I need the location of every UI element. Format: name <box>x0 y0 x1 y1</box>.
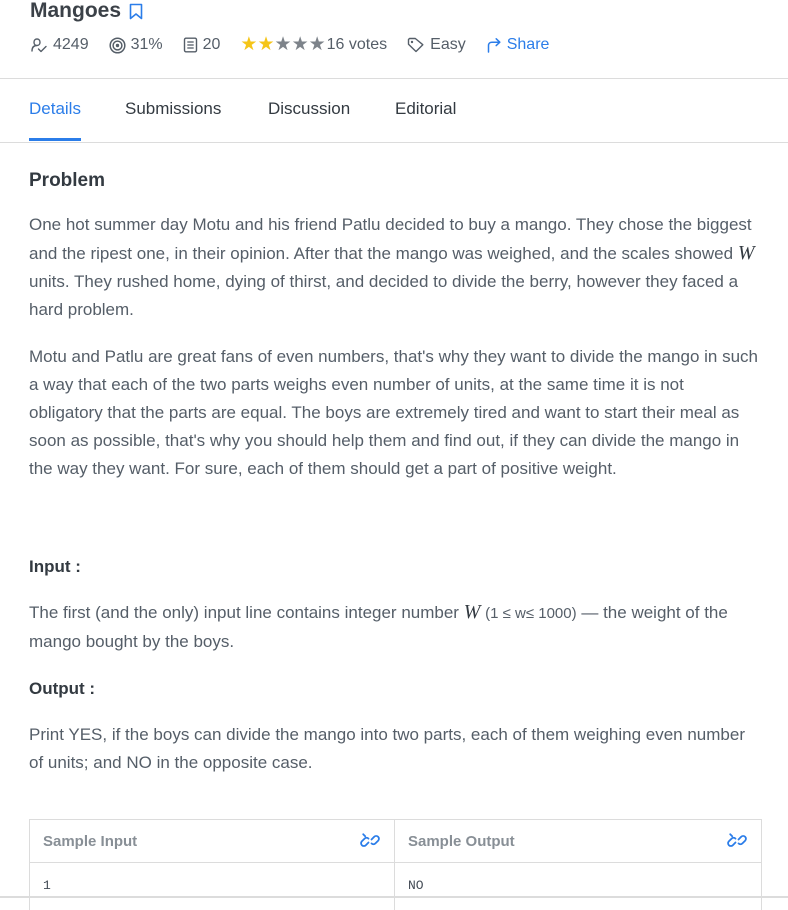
star-icon[interactable]: ★ <box>292 34 309 55</box>
output-heading: Output : <box>29 679 96 698</box>
star-icon[interactable]: ★ <box>275 34 292 55</box>
problem-heading: Problem <box>29 170 106 191</box>
tab-submissions[interactable]: Submissions <box>125 79 221 141</box>
success-rate-icon <box>109 36 126 54</box>
star-icon[interactable]: ★ <box>257 34 274 55</box>
tab-details[interactable]: Details <box>29 79 81 141</box>
votes-label: 16 votes <box>326 36 388 53</box>
sample-input-value: 1 <box>43 878 51 893</box>
tab-editorial[interactable]: Editorial <box>395 79 456 141</box>
share-button[interactable]: Share <box>486 36 550 54</box>
link-icon[interactable] <box>727 831 747 851</box>
star-icon[interactable]: ★ <box>309 34 326 55</box>
solved-users: 4249 <box>30 36 89 54</box>
input-heading: Input : <box>29 557 81 576</box>
solved-count: 4249 <box>53 36 89 53</box>
max-score-icon <box>183 37 198 53</box>
problem-text-1a: One hot summer day Motu and his friend P… <box>29 215 752 263</box>
input-paragraph: The first (and the only) input line cont… <box>29 598 761 656</box>
max-score-value: 20 <box>202 36 221 53</box>
input-variable-w: W <box>463 601 481 623</box>
problem-tabs: Details Submissions Discussion Editorial <box>0 79 788 143</box>
max-score: 20 <box>183 36 221 54</box>
share-label: Share <box>506 36 550 53</box>
success-rate-value: 31% <box>130 36 163 53</box>
output-paragraph: Print YES, if the boys can divide the ma… <box>29 725 745 772</box>
variable-w: W <box>737 242 755 264</box>
problem-meta: 4249 31% 20 ★★★★★ 16 votes Easy Share <box>30 33 569 57</box>
sample-output-value: NO <box>408 878 424 893</box>
link-icon[interactable] <box>360 831 380 851</box>
problem-paragraph-1: One hot summer day Motu and his friend P… <box>29 211 761 324</box>
share-icon <box>486 37 502 53</box>
problem-content: Problem One hot summer day Motu and his … <box>29 165 761 777</box>
problem-paragraph-2: Motu and Patlu are great fans of even nu… <box>29 347 758 478</box>
tab-discussion[interactable]: Discussion <box>268 79 350 141</box>
sample-input-label: Sample Input <box>43 832 138 850</box>
problem-title: Mangoes <box>30 0 122 22</box>
difficulty-label: Easy <box>430 36 466 53</box>
difficulty: Easy <box>407 36 466 54</box>
problem-text-1b: units. They rushed home, dying of thirst… <box>29 272 739 319</box>
problem-header: Mangoes 4249 31% 20 ★★★★★ 16 votes Easy … <box>0 0 788 79</box>
star-icon[interactable]: ★ <box>240 34 257 55</box>
input-text-a: The first (and the only) input line cont… <box>29 603 459 622</box>
sample-output-label: Sample Output <box>408 832 515 850</box>
star-row: ★★★★★ <box>240 35 325 55</box>
bookmark-icon[interactable] <box>129 3 143 20</box>
success-rate: 31% <box>109 36 163 54</box>
sample-input-header: Sample Input <box>30 820 394 863</box>
solved-users-icon <box>30 37 48 53</box>
sample-output-header: Sample Output <box>395 820 761 863</box>
tag-icon <box>407 37 425 53</box>
rating-stars[interactable]: ★★★★★ 16 votes <box>240 35 387 55</box>
input-constraint: (1 ≤ w≤ 1000) <box>485 605 577 622</box>
title-row: Mangoes <box>30 0 143 24</box>
